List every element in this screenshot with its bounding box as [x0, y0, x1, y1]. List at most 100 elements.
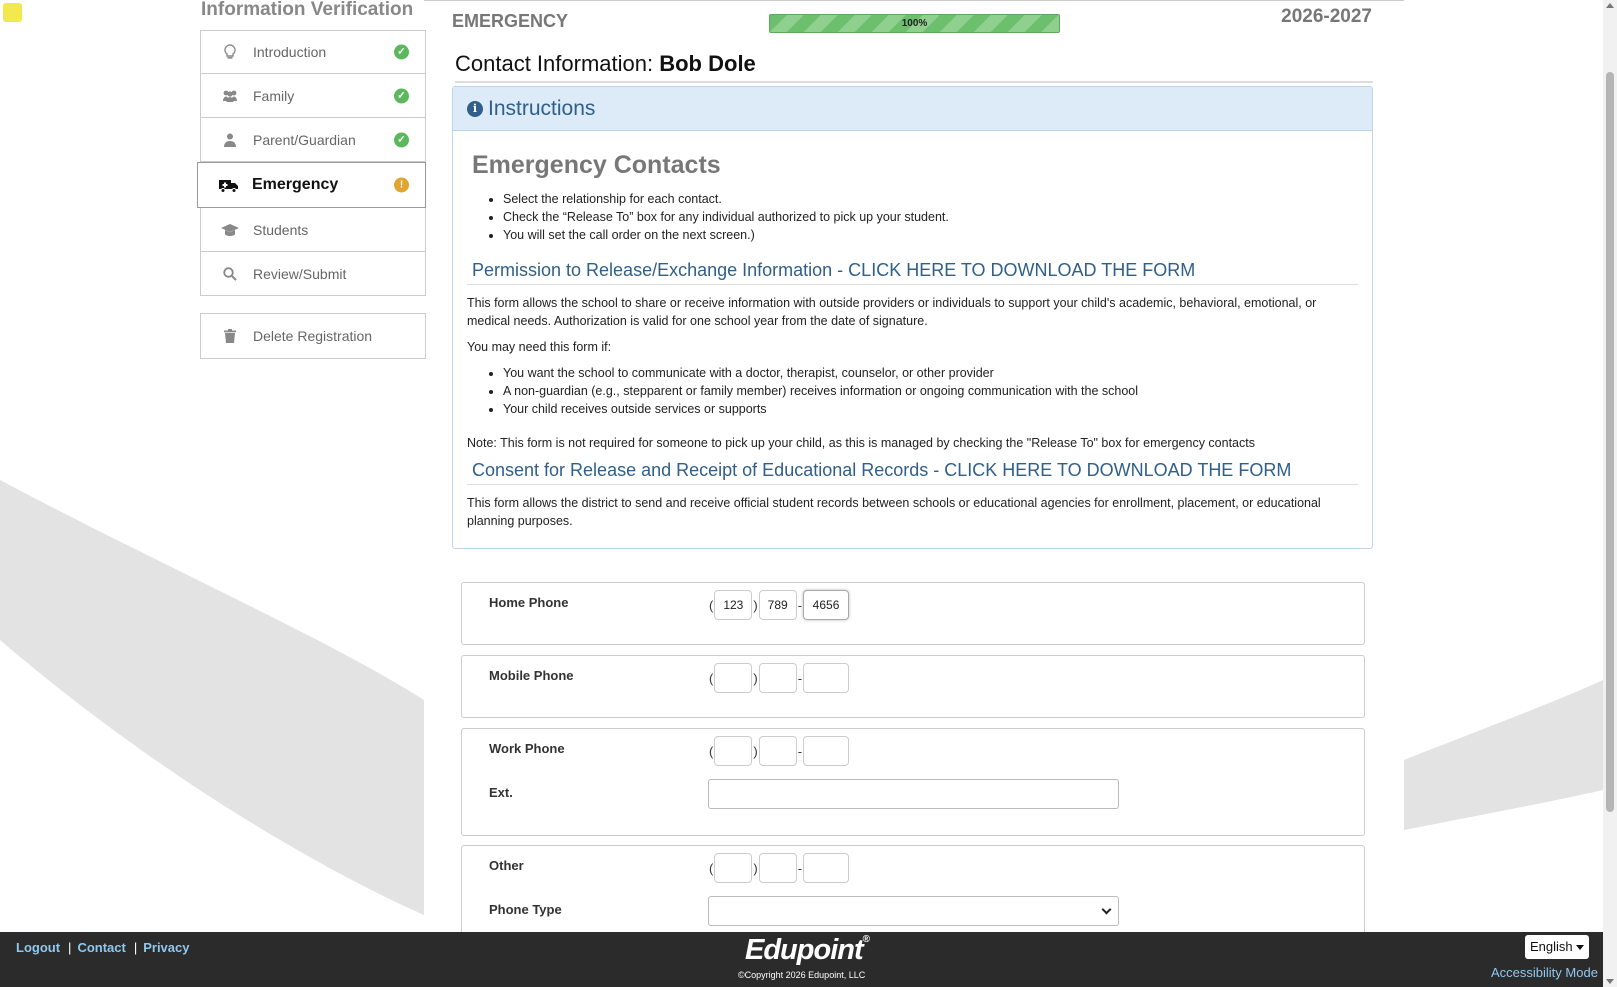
contact-heading: Contact Information: Bob Dole: [455, 51, 1373, 83]
mobile-phone-prefix-input[interactable]: [758, 663, 797, 693]
paren-open: (: [709, 597, 714, 613]
scroll-down-arrow-icon[interactable]: [1606, 979, 1614, 984]
work-ext-input[interactable]: [708, 779, 1119, 809]
vertical-scrollbar[interactable]: [1603, 0, 1617, 987]
work-phone-box: Work Phone ( ) - Ext.: [461, 728, 1365, 836]
mobile-phone-line-input[interactable]: [803, 663, 850, 693]
delete-registration-button[interactable]: Delete Registration: [200, 313, 426, 359]
step-title: EMERGENCY: [452, 11, 569, 31]
instructions-panel: i Instructions Emergency Contacts Select…: [452, 86, 1373, 549]
paren-close: ): [753, 597, 758, 613]
graduation-cap-icon: [219, 223, 241, 237]
list-item: A non-guardian (e.g., stepparent or fami…: [503, 382, 1358, 400]
permission-download-link[interactable]: Permission to Release/Exchange Informati…: [472, 260, 1195, 280]
list-item: Your child receives outside services or …: [503, 400, 1358, 418]
sidebar-item-label: Students: [253, 221, 309, 238]
other-phone-prefix-input[interactable]: [758, 853, 797, 883]
paren-open: (: [709, 743, 714, 759]
check-circle-icon: ✓: [394, 88, 409, 103]
info-icon: i: [467, 100, 483, 117]
check-circle-icon: ✓: [394, 132, 409, 147]
link-separator: |: [133, 940, 138, 955]
other-phone-input: ( ) -: [708, 853, 850, 883]
step-nav: Introduction ✓ Family ✓ Parent/Guardian …: [197, 30, 426, 296]
dash: -: [797, 860, 803, 876]
accessibility-mode-link[interactable]: Accessibility Mode: [1491, 965, 1598, 980]
mobile-phone-row: Mobile Phone ( ) -: [462, 656, 1364, 700]
home-phone-label: Home Phone: [489, 595, 569, 610]
list-item: Select the relationship for each contact…: [503, 190, 1358, 208]
search-icon: [219, 266, 241, 281]
language-select[interactable]: English: [1525, 935, 1589, 959]
instructions-header-label: Instructions: [488, 96, 596, 120]
school-year: 2026-2027: [1281, 6, 1372, 27]
work-phone-line-input[interactable]: [803, 736, 850, 766]
sidebar-item-label: Review/Submit: [253, 265, 347, 282]
language-value: English: [1530, 939, 1573, 954]
home-phone-input: ( 123 ) 789 - 4656: [708, 590, 850, 620]
contact-link[interactable]: Contact: [77, 940, 125, 955]
sidebar-item-students[interactable]: Students: [200, 208, 426, 252]
permission-list: You want the school to communicate with …: [467, 364, 1358, 418]
sidebar-item-parent-guardian[interactable]: Parent/Guardian ✓: [200, 118, 426, 162]
paren-close: ): [753, 670, 758, 686]
dash: -: [797, 743, 803, 759]
trash-icon: [219, 329, 241, 343]
contact-label: Contact Information:: [455, 51, 654, 76]
sidebar-item-family[interactable]: Family ✓: [200, 74, 426, 118]
check-circle-icon: ✓: [394, 44, 409, 60]
sidebar: Information Verification Introduction ✓ …: [197, 0, 426, 359]
highlight-marker: [3, 3, 22, 22]
consent-heading: Consent for Release and Receipt of Educa…: [467, 460, 1358, 485]
work-phone-input: ( ) -: [708, 736, 850, 766]
main-panel: EMERGENCY 100% 2026-2027 Contact Informa…: [424, 0, 1404, 945]
consent-text: This form allows the district to send an…: [467, 496, 1321, 528]
mobile-phone-box: Mobile Phone ( ) -: [461, 655, 1365, 718]
home-phone-line-input[interactable]: 4656: [803, 590, 850, 620]
sidebar-item-introduction[interactable]: Introduction ✓: [200, 30, 426, 74]
logout-link[interactable]: Logout: [16, 940, 60, 955]
list-item: Check the “Release To” box for any indiv…: [503, 208, 1358, 226]
paren-close: ): [753, 860, 758, 876]
progress-label: 100%: [901, 18, 928, 29]
instructions-header: i Instructions: [453, 87, 1372, 131]
chevron-down-icon: [1101, 904, 1112, 915]
paren-close: ): [753, 743, 758, 759]
logo-text: Edupoint: [745, 934, 864, 966]
phone-type-select[interactable]: [708, 896, 1119, 926]
instruction-list: Select the relationship for each contact…: [467, 190, 1358, 244]
paren-open: (: [709, 860, 714, 876]
scroll-up-arrow-icon[interactable]: [1606, 3, 1614, 8]
sidebar-item-emergency[interactable]: Emergency !: [197, 162, 426, 208]
mobile-phone-area-input[interactable]: [714, 663, 753, 693]
other-phone-area-input[interactable]: [714, 853, 753, 883]
home-phone-row: Home Phone ( 123 ) 789 - 4656: [462, 583, 1364, 627]
work-ext-row: Ext.: [462, 773, 1364, 817]
ambulance-icon: [218, 178, 240, 193]
home-phone-area-input[interactable]: 123: [714, 590, 753, 620]
privacy-link[interactable]: Privacy: [143, 940, 189, 955]
phone-type-row: Phone Type: [462, 890, 1364, 934]
sidebar-item-label: Parent/Guardian: [253, 131, 356, 148]
home-phone-box: Home Phone ( 123 ) 789 - 4656: [461, 582, 1365, 645]
phone-type-label: Phone Type: [489, 902, 562, 917]
consent-download-link[interactable]: Consent for Release and Receipt of Educa…: [472, 460, 1291, 480]
dash: -: [797, 597, 803, 613]
exclamation-circle-icon: !: [394, 177, 409, 193]
progress-bar: 100%: [769, 14, 1060, 33]
lightbulb-icon: [219, 44, 241, 60]
work-phone-area-input[interactable]: [714, 736, 753, 766]
work-phone-prefix-input[interactable]: [758, 736, 797, 766]
sidebar-item-label: Family: [253, 87, 295, 104]
sidebar-item-review-submit[interactable]: Review/Submit: [200, 252, 426, 296]
sidebar-title: Information Verification: [201, 0, 414, 20]
mobile-phone-input: ( ) -: [708, 663, 850, 693]
home-phone-prefix-input[interactable]: 789: [758, 590, 797, 620]
link-separator: |: [68, 940, 72, 955]
scroll-thumb[interactable]: [1606, 72, 1614, 812]
user-icon: [219, 133, 241, 147]
dash: -: [797, 670, 803, 686]
other-phone-line-input[interactable]: [803, 853, 850, 883]
list-item: You will set the call order on the next …: [503, 226, 1358, 244]
paren-open: (: [709, 670, 714, 686]
